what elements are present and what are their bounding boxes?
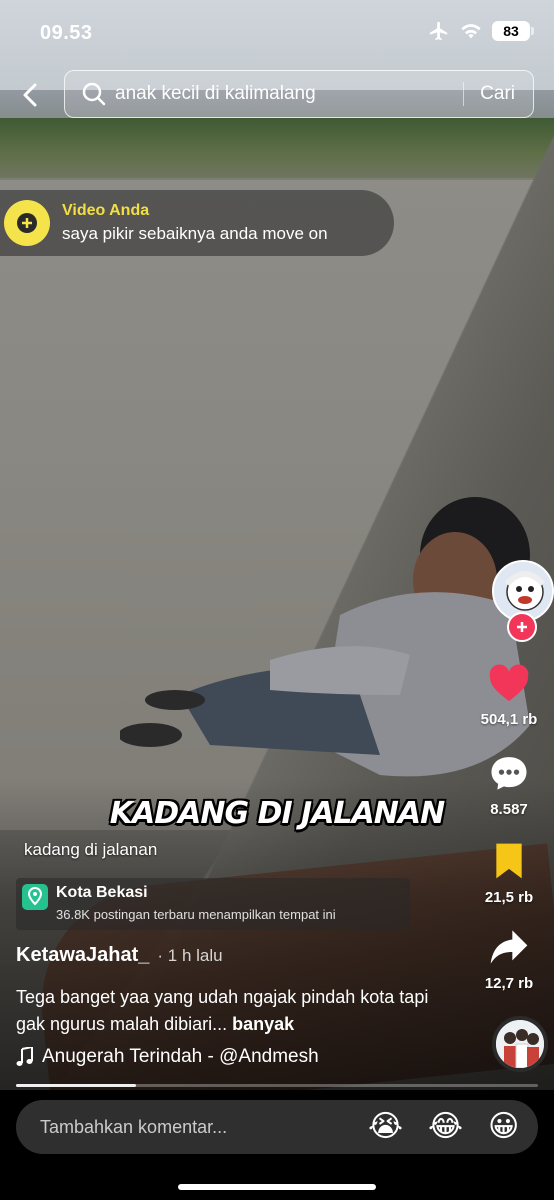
heart-icon [489, 664, 529, 702]
status-bar: 09.53 83 [0, 0, 554, 62]
video-progress-bar[interactable] [16, 1084, 538, 1087]
see-more-link[interactable]: banyak [232, 1014, 294, 1034]
author-row: KetawaJahat_ · 1 h lalu [16, 944, 223, 967]
battery-icon: 83 [492, 21, 534, 41]
save-button[interactable]: 21,5 rb [464, 842, 554, 906]
like-button[interactable]: 504,1 rb [464, 664, 554, 728]
location-name: Kota Bekasi [56, 884, 148, 901]
author-name[interactable]: KetawaJahat_ [16, 944, 149, 967]
location-detail: 36.8K postingan terbaru menampilkan temp… [56, 907, 336, 922]
search-icon [82, 82, 106, 106]
your-video-banner[interactable]: Video Anda saya pikir sebaiknya anda mov… [0, 190, 394, 256]
wifi-icon [461, 24, 481, 39]
comment-placeholder: Tambahkan komentar... [40, 1117, 228, 1137]
follow-button[interactable] [507, 612, 537, 642]
share-icon [490, 930, 528, 964]
back-arrow-icon[interactable] [16, 80, 46, 110]
emoji-grinning-button[interactable]: 😀 [488, 1112, 519, 1142]
comment-input[interactable]: Tambahkan komentar... 😭 😂 😀 [16, 1100, 538, 1154]
video-progress-fill [16, 1084, 137, 1087]
search-input[interactable]: anak kecil di kalimalang Cari [64, 70, 534, 118]
plus-icon [4, 200, 50, 246]
music-note-icon [16, 1047, 33, 1066]
video-small-caption: kadang di jalanan [24, 840, 158, 859]
search-button[interactable]: Cari [480, 83, 515, 105]
location-pin-icon [22, 884, 48, 910]
share-count: 12,7 rb [484, 975, 534, 992]
comment-icon [491, 757, 527, 790]
airplane-icon [429, 21, 448, 41]
post-description-text: Tega banget yaa yang udah ngajak pindah … [16, 987, 429, 1034]
share-button[interactable]: 12,7 rb [464, 928, 554, 992]
your-video-title: Video Anda [62, 202, 150, 219]
music-row[interactable]: Anugerah Terindah - @Andmesh [16, 1046, 319, 1068]
emoji-laughing-button[interactable]: 😂 [428, 1112, 463, 1142]
your-video-subtitle: saya pikir sebaiknya anda move on [62, 224, 328, 243]
save-count: 21,5 rb [484, 889, 534, 906]
your-video-text: Video Anda saya pikir sebaiknya anda mov… [62, 202, 328, 244]
search-query: anak kecil di kalimalang [115, 83, 316, 104]
post-description[interactable]: Tega banget yaa yang udah ngajak pindah … [16, 984, 446, 1038]
post-time: · 1 h lalu [157, 946, 223, 965]
bookmark-icon [496, 843, 522, 879]
location-chip[interactable]: Kota Bekasi 36.8K postingan terbaru mena… [16, 878, 410, 930]
emoji-crying-button[interactable]: 😭 [368, 1112, 403, 1142]
home-indicator [178, 1184, 376, 1190]
status-time: 09.53 [40, 22, 93, 44]
search-divider [463, 82, 465, 106]
status-icons: 83 [428, 20, 534, 42]
like-count: 504,1 rb [480, 711, 538, 728]
video-overlay-caption: KADANG DI JALANAN [109, 796, 445, 831]
music-title: Anugerah Terindah - @Andmesh [42, 1046, 319, 1067]
video-person [120, 497, 530, 777]
music-disc[interactable] [492, 1016, 548, 1072]
